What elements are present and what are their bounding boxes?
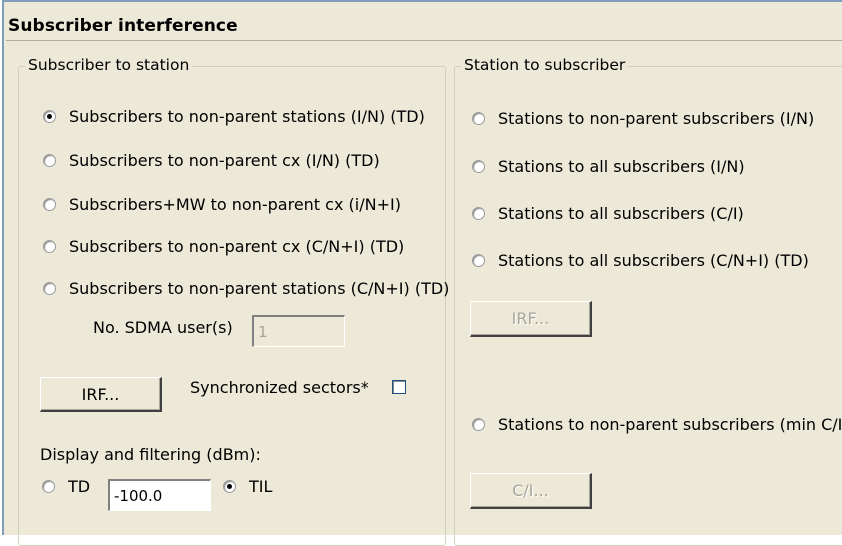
radio-button-icon[interactable] <box>223 480 236 493</box>
option-label: Subscribers to non-parent cx (I/N) (TD) <box>69 151 380 170</box>
option-label: Subscribers+MW to non-parent cx (i/N+I) <box>69 195 401 214</box>
td-label: TD <box>68 477 91 496</box>
option-stations-non-parent-subscribers-min-ci[interactable]: Stations to non-parent subscribers (min … <box>472 415 842 434</box>
subscriber-interference-panel: Subscriber interference Subscriber to st… <box>2 0 842 546</box>
option-label: Subscribers to non-parent stations (C/N+… <box>69 279 450 298</box>
option-subscribers-non-parent-cx-in-td[interactable]: Subscribers to non-parent cx (I/N) (TD) <box>43 151 380 170</box>
option-subscribers-mw-non-parent-cx[interactable]: Subscribers+MW to non-parent cx (i/N+I) <box>43 195 401 214</box>
til-label: TIL <box>249 477 273 496</box>
sdma-users-field[interactable]: 1 <box>252 315 345 347</box>
panel-title: Subscriber interference <box>8 16 238 36</box>
display-filtering-label: Display and filtering (dBm): <box>40 445 261 464</box>
mode-til-option[interactable]: TIL <box>223 477 272 496</box>
option-label: Subscribers to non-parent stations (I/N)… <box>69 107 425 126</box>
option-label: Stations to non-parent subscribers (min … <box>498 415 842 434</box>
option-label: Stations to all subscribers (C/N+I) (TD) <box>498 251 809 270</box>
td-value-input[interactable]: -100.0 <box>108 479 211 511</box>
radio-button-icon[interactable] <box>472 207 485 220</box>
option-label: Subscribers to non-parent cx (C/N+I) (TD… <box>69 237 405 256</box>
radio-button-icon[interactable] <box>43 198 56 211</box>
subscriber-to-station-group: Subscriber to station <box>18 56 446 546</box>
radio-button-icon[interactable] <box>472 254 485 267</box>
radio-button-icon[interactable] <box>43 282 56 295</box>
option-stations-non-parent-subscribers-in[interactable]: Stations to non-parent subscribers (I/N) <box>472 109 814 128</box>
option-label: Stations to all subscribers (C/I) <box>498 204 744 223</box>
option-subscribers-non-parent-stations-cni-td[interactable]: Subscribers to non-parent stations (C/N+… <box>43 279 449 298</box>
sdma-users-label: No. SDMA user(s) <box>93 318 233 337</box>
option-stations-all-subscribers-cni-td[interactable]: Stations to all subscribers (C/N+I) (TD) <box>472 251 809 270</box>
radio-button-icon[interactable] <box>472 160 485 173</box>
right-irf-button[interactable]: IRF... <box>470 301 592 337</box>
synchronized-sectors-label: Synchronized sectors* <box>190 378 369 397</box>
mode-td-option[interactable]: TD <box>42 477 90 496</box>
left-irf-button[interactable]: IRF... <box>40 377 162 412</box>
radio-button-icon[interactable] <box>42 480 55 493</box>
option-label: Stations to non-parent subscribers (I/N) <box>498 109 815 128</box>
radio-button-icon[interactable] <box>43 240 56 253</box>
radio-button-icon[interactable] <box>43 110 56 123</box>
option-stations-all-subscribers-ci[interactable]: Stations to all subscribers (C/I) <box>472 204 744 223</box>
title-divider <box>6 40 842 41</box>
radio-button-icon[interactable] <box>43 154 56 167</box>
synchronized-sectors-checkbox[interactable] <box>392 380 406 394</box>
option-stations-all-subscribers-in[interactable]: Stations to all subscribers (I/N) <box>472 157 745 176</box>
option-subscribers-non-parent-cx-cni-td[interactable]: Subscribers to non-parent cx (C/N+I) (TD… <box>43 237 404 256</box>
option-subscribers-non-parent-stations-in-td[interactable]: Subscribers to non-parent stations (I/N)… <box>43 107 425 126</box>
radio-button-icon[interactable] <box>472 418 485 431</box>
group-title-station-to-subscriber: Station to subscriber <box>461 56 629 74</box>
radio-button-icon[interactable] <box>472 112 485 125</box>
group-title-subscriber-to-station: Subscriber to station <box>25 56 193 74</box>
ci-button[interactable]: C/I... <box>470 473 592 509</box>
option-label: Stations to all subscribers (I/N) <box>498 157 745 176</box>
